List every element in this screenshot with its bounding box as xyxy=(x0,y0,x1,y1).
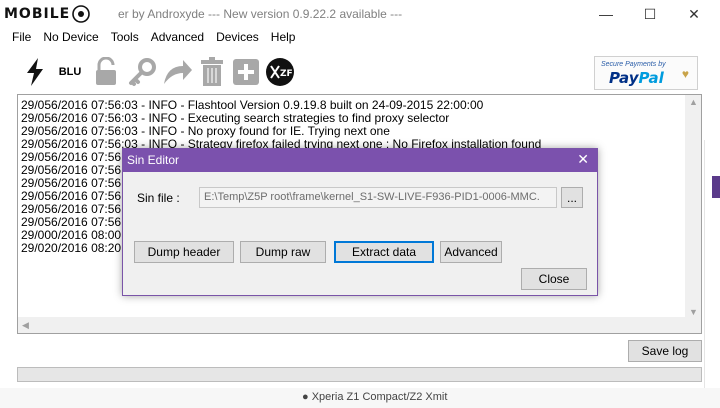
menu-help[interactable]: Help xyxy=(265,30,302,44)
dialog-title-bar[interactable]: Sin Editor ✕ xyxy=(123,149,597,172)
menu-bar: File No Device Tools Advanced Devices He… xyxy=(0,28,720,46)
watermark-text: MOBILE xyxy=(4,6,71,22)
dump-raw-button[interactable]: Dump raw xyxy=(240,241,326,263)
svg-text:ZF: ZF xyxy=(280,69,293,79)
scroll-left-icon[interactable]: ◀ xyxy=(22,320,29,331)
log-line: 29/020/2016 08:20:2 xyxy=(21,241,132,255)
progress-bar xyxy=(17,367,702,382)
eye-icon xyxy=(72,5,91,23)
dialog-title: Sin Editor xyxy=(127,153,180,167)
window-title: er by Androxyde --- New version 0.9.22.2… xyxy=(118,7,403,21)
paypal-donate-button[interactable]: Secure Payments by PayPal ♥ xyxy=(594,56,698,90)
background-accent xyxy=(712,176,720,198)
menu-devices[interactable]: Devices xyxy=(210,30,265,44)
sin-file-input[interactable]: E:\Temp\Z5P root\frame\kernel_S1-SW-LIVE… xyxy=(199,187,557,208)
close-button[interactable]: Close xyxy=(521,268,587,290)
scroll-down-icon[interactable]: ▼ xyxy=(689,307,698,317)
menu-no-device[interactable]: No Device xyxy=(37,30,104,44)
xperia-icon[interactable]: ZF xyxy=(264,56,296,88)
save-log-button[interactable]: Save log xyxy=(628,340,702,362)
arrow-icon[interactable] xyxy=(160,56,194,88)
log-vertical-scrollbar[interactable]: ▲ ▼ xyxy=(685,95,701,319)
flash-icon[interactable] xyxy=(20,56,50,88)
trash-icon[interactable] xyxy=(198,56,226,88)
key-icon[interactable] xyxy=(126,56,158,88)
sin-file-label: Sin file : xyxy=(137,191,180,205)
extract-data-button[interactable]: Extract data xyxy=(334,241,434,263)
log-horizontal-scrollbar[interactable]: ◀ xyxy=(18,317,686,333)
heart-icon: ♥ xyxy=(681,67,689,81)
paypal-logo: PayPal xyxy=(609,69,664,87)
menu-advanced[interactable]: Advanced xyxy=(145,30,210,44)
browse-button[interactable]: ... xyxy=(561,187,583,208)
sin-editor-dialog: Sin Editor ✕ Sin file : E:\Temp\Z5P root… xyxy=(122,148,598,296)
minimize-button[interactable]: — xyxy=(584,0,628,28)
menu-tools[interactable]: Tools xyxy=(105,30,145,44)
paypal-logo-pal: Pal xyxy=(638,69,664,87)
background-text: ● Xperia Z1 Compact/Z2 Xmit xyxy=(302,391,448,403)
watermark-logo: MOBILE xyxy=(4,3,91,25)
blu-icon[interactable]: BLU xyxy=(56,56,84,88)
add-icon[interactable] xyxy=(232,56,260,88)
unlock-icon[interactable] xyxy=(92,56,120,88)
paypal-logo-pay: Pay xyxy=(609,69,639,87)
menu-file[interactable]: File xyxy=(0,30,37,44)
paypal-tagline: Secure Payments by xyxy=(601,61,666,68)
dump-header-button[interactable]: Dump header xyxy=(134,241,234,263)
advanced-button[interactable]: Advanced xyxy=(440,241,502,263)
maximize-button[interactable]: ☐ xyxy=(628,0,672,28)
scroll-corner xyxy=(685,317,701,333)
close-window-button[interactable]: ✕ xyxy=(672,0,716,28)
dialog-close-icon[interactable]: ✕ xyxy=(577,151,589,168)
scroll-up-icon[interactable]: ▲ xyxy=(689,97,698,107)
title-bar: MOBILE er by Androxyde --- New version 0… xyxy=(0,0,720,28)
